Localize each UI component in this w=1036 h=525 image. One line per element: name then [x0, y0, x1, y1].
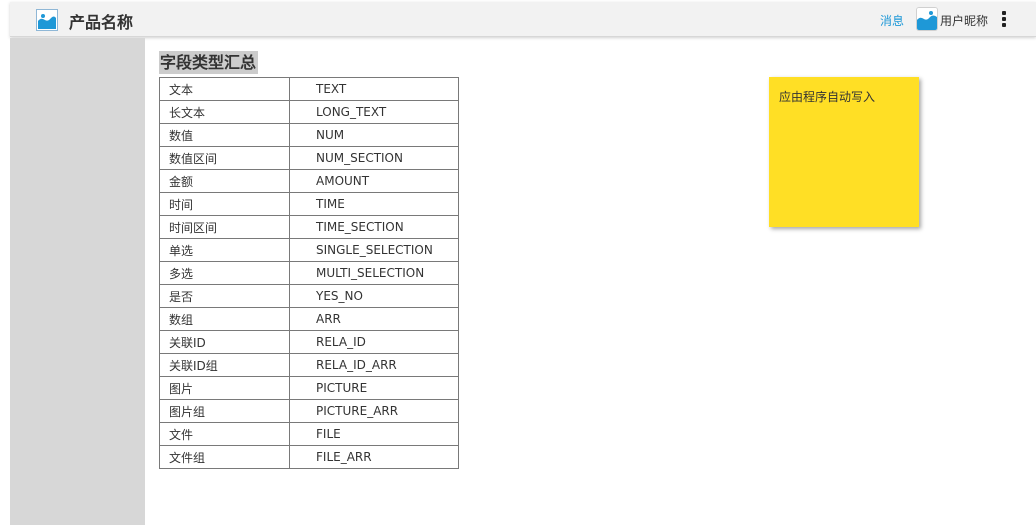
- field-type-code: ARR: [289, 307, 459, 331]
- table-row: 时间区间 TIME_SECTION: [159, 215, 459, 239]
- table-row: 时间 TIME: [159, 192, 459, 216]
- table-row: 关联ID组 RELA_ID_ARR: [159, 353, 459, 377]
- field-type-name: 时间区间: [159, 215, 290, 239]
- table-row: 是否 YES_NO: [159, 284, 459, 308]
- field-type-name: 图片组: [159, 399, 290, 423]
- more-vertical-icon[interactable]: [1000, 11, 1008, 29]
- avatar[interactable]: [916, 7, 938, 31]
- field-type-code: TIME_SECTION: [289, 215, 459, 239]
- table-row: 文件 FILE: [159, 422, 459, 446]
- table-row: 数值区间 NUM_SECTION: [159, 146, 459, 170]
- field-type-code: FILE: [289, 422, 459, 446]
- field-type-name: 数值: [159, 123, 290, 147]
- table-row: 文本 TEXT: [159, 77, 459, 101]
- product-name: 产品名称: [69, 13, 134, 32]
- field-type-name: 关联ID组: [159, 353, 290, 377]
- field-type-code: NUM: [289, 123, 459, 147]
- field-type-code: AMOUNT: [289, 169, 459, 193]
- field-type-name: 文件: [159, 422, 290, 446]
- field-type-code: RELA_ID_ARR: [289, 353, 459, 377]
- table-row: 数值 NUM: [159, 123, 459, 147]
- table-row: 关联ID RELA_ID: [159, 330, 459, 354]
- field-type-code: LONG_TEXT: [289, 100, 459, 124]
- field-type-name: 数组: [159, 307, 290, 331]
- sticky-note: 应由程序自动写入: [769, 77, 919, 227]
- messages-link[interactable]: 消息: [880, 12, 904, 29]
- field-type-table: 文本 TEXT 长文本 LONG_TEXT 数值 NUM 数值区间 NUM_SECTION 金额…: [159, 77, 459, 469]
- table-row: 长文本 LONG_TEXT: [159, 100, 459, 124]
- table-row: 金额 AMOUNT: [159, 169, 459, 193]
- table-row: 单选 SINGLE_SELECTION: [159, 238, 459, 262]
- field-type-name: 关联ID: [159, 330, 290, 354]
- section-title: 字段类型汇总: [159, 51, 259, 74]
- field-type-code: FILE_ARR: [289, 445, 459, 469]
- field-type-code: TIME: [289, 192, 459, 216]
- table-row: 多选 MULTI_SELECTION: [159, 261, 459, 285]
- field-type-code: TEXT: [289, 77, 459, 101]
- field-type-name: 单选: [159, 238, 290, 262]
- field-type-code: MULTI_SELECTION: [289, 261, 459, 285]
- field-type-name: 多选: [159, 261, 290, 285]
- field-type-name: 数值区间: [159, 146, 290, 170]
- field-type-name: 文件组: [159, 445, 290, 469]
- field-type-code: YES_NO: [289, 284, 459, 308]
- table-row: 图片组 PICTURE_ARR: [159, 399, 459, 423]
- top-bar: 产品名称 消息 用户昵称: [10, 2, 1036, 37]
- table-row: 文件组 FILE_ARR: [159, 445, 459, 469]
- field-type-code: PICTURE_ARR: [289, 399, 459, 423]
- table-row: 图片 PICTURE: [159, 376, 459, 400]
- table-row: 数组 ARR: [159, 307, 459, 331]
- field-type-name: 长文本: [159, 100, 290, 124]
- field-type-code: PICTURE: [289, 376, 459, 400]
- field-type-name: 文本: [159, 77, 290, 101]
- field-type-name: 时间: [159, 192, 290, 216]
- field-type-code: NUM_SECTION: [289, 146, 459, 170]
- image-icon: [917, 8, 937, 30]
- user-nickname[interactable]: 用户昵称: [940, 12, 988, 29]
- field-type-code: RELA_ID: [289, 330, 459, 354]
- sticky-note-text: 应由程序自动写入: [779, 90, 876, 104]
- field-type-name: 金额: [159, 169, 290, 193]
- field-type-code: SINGLE_SELECTION: [289, 238, 459, 262]
- field-type-name: 是否: [159, 284, 290, 308]
- image-icon[interactable]: [36, 9, 58, 31]
- sidebar: [10, 38, 145, 525]
- field-type-name: 图片: [159, 376, 290, 400]
